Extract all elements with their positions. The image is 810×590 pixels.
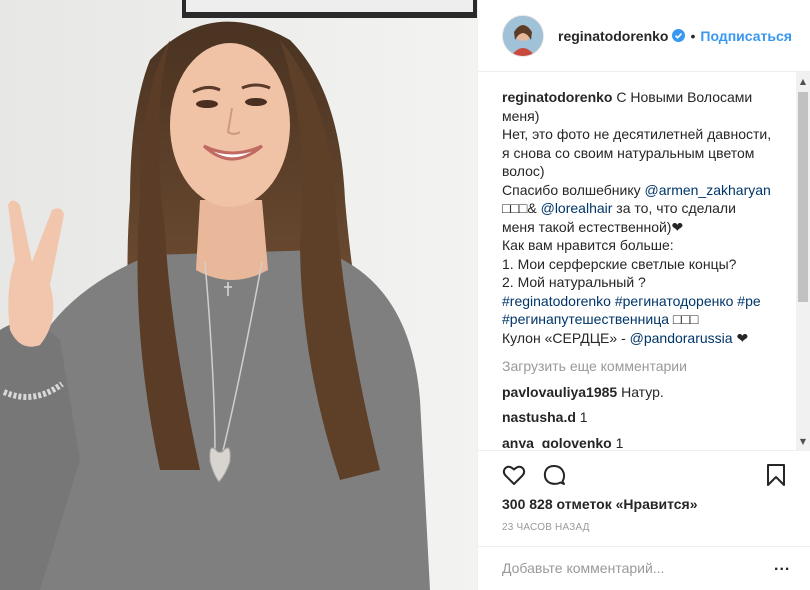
- post-header: reginatodorenko • Подписаться: [478, 0, 810, 72]
- hashtag-link[interactable]: #регинапутешественница: [502, 311, 669, 327]
- comment-text: 1: [615, 434, 624, 449]
- comment-item: nastusha.d 1: [502, 408, 792, 427]
- caption-line: меня): [502, 107, 540, 124]
- verified-badge-icon: [672, 29, 686, 42]
- post-details-panel: reginatodorenko • Подписаться reginatodo…: [477, 0, 810, 590]
- comment-username[interactable]: pavlovauliya1985: [502, 384, 617, 400]
- scroll-down-arrow-icon[interactable]: ▼: [796, 434, 810, 448]
- add-comment-section: ...: [478, 546, 810, 590]
- bookmark-icon[interactable]: [766, 463, 786, 492]
- post-photo[interactable]: [0, 0, 477, 590]
- mention-link[interactable]: @lorealhair: [541, 200, 613, 216]
- separator-dot: •: [690, 27, 696, 44]
- scroll-up-arrow-icon[interactable]: ▲: [796, 74, 810, 88]
- comment-item: pavlovauliya1985 Натур.: [502, 383, 792, 402]
- heart-icon[interactable]: [502, 463, 526, 492]
- load-more-comments-link[interactable]: Загрузить еще комментарии: [502, 357, 792, 376]
- hashtag-link[interactable]: #reginatodorenko #регинатодоренко #ре: [502, 292, 792, 311]
- caption-line: меня такой естественной)❤: [502, 218, 684, 235]
- caption-line: 1. Мои серферские светлые концы?: [502, 255, 737, 272]
- caption-line: Спасибо волшебнику @armen_zakharyan: [502, 181, 771, 198]
- avatar-image: [503, 15, 543, 56]
- scrollbar-thumb[interactable]: [798, 92, 808, 302]
- post-username[interactable]: reginatodorenko: [558, 28, 668, 44]
- post-photo-illustration: [0, 0, 477, 590]
- post-actions: 300 828 отметок «Нравится» 23 ЧАСОВ НАЗА…: [478, 450, 810, 546]
- comment-input[interactable]: [502, 557, 752, 579]
- caption-username[interactable]: reginatodorenko: [502, 89, 612, 105]
- caption-line: Нет, это фото не десятилетней давности,: [502, 126, 772, 142]
- more-options-button[interactable]: ...: [774, 558, 790, 574]
- caption-line: 2. Мой натуральный ?: [502, 274, 646, 290]
- caption-line: Как вам нравится больше:: [502, 237, 674, 253]
- comment-item: anya_golovenko 1: [502, 434, 792, 449]
- comment-username[interactable]: anya_golovenko: [502, 435, 612, 449]
- caption-line: волос): [502, 163, 545, 179]
- follow-button[interactable]: Подписаться: [700, 28, 792, 44]
- caption-line: □□□& @lorealhair за то, что сделали: [502, 200, 736, 216]
- comment-text: Натур.: [621, 383, 664, 400]
- comment-username[interactable]: nastusha.d: [502, 409, 576, 425]
- mention-link[interactable]: @pandorarussia: [630, 330, 733, 346]
- caption-line: я снова со своим натуральным цветом: [502, 144, 755, 161]
- mention-link[interactable]: @armen_zakharyan: [645, 182, 771, 198]
- comments-list: reginatodorenko С Новыми Волосами меня) …: [502, 88, 792, 448]
- comment-text: 1: [579, 409, 588, 425]
- post-timestamp[interactable]: 23 ЧАСОВ НАЗАД: [502, 522, 590, 533]
- likes-count[interactable]: 300 828 отметок «Нравится»: [502, 496, 698, 512]
- comment-bubble-icon[interactable]: [542, 463, 566, 492]
- caption-line: Кулон «СЕРДЦЕ» - @pandorarussia ❤: [502, 329, 749, 346]
- comments-scrollbar[interactable]: ▲ ▼: [796, 72, 810, 450]
- caption-line: #регинапутешественница □□□: [502, 311, 699, 327]
- caption-line: reginatodorenko С Новыми Волосами: [502, 89, 753, 105]
- avatar[interactable]: [502, 14, 544, 57]
